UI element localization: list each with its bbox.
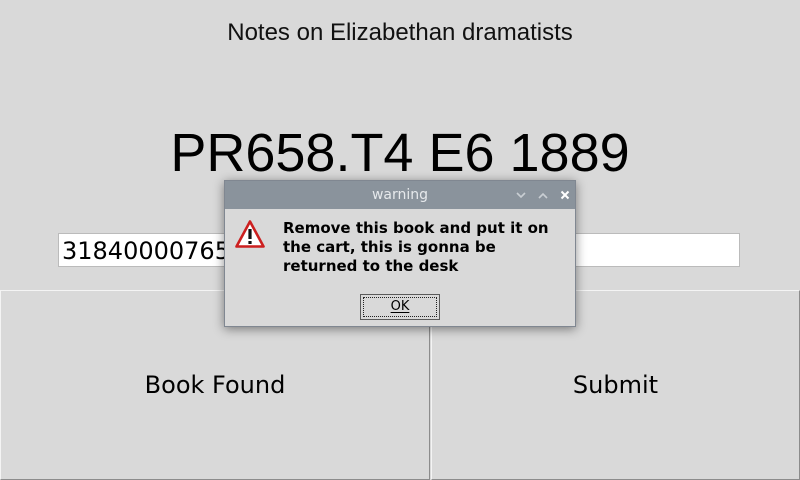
warning-dialog: warning Remove this book and put it on t… [224,180,576,327]
ok-button[interactable]: OK [360,294,440,320]
dialog-body: Remove this book and put it on the cart,… [225,209,575,289]
maximize-icon[interactable] [535,187,551,203]
close-icon[interactable] [557,187,573,203]
submit-label: Submit [572,371,659,399]
book-found-label: Book Found [144,371,286,399]
book-title: Notes on Elizabethan dramatists [227,19,573,46]
dialog-message: Remove this book and put it on the cart,… [283,219,549,275]
dialog-titlebar[interactable]: warning [225,181,575,209]
call-number: PR658.T4 E6 1889 [170,123,630,183]
warning-triangle-icon [235,220,265,248]
minimize-icon[interactable] [513,187,529,203]
